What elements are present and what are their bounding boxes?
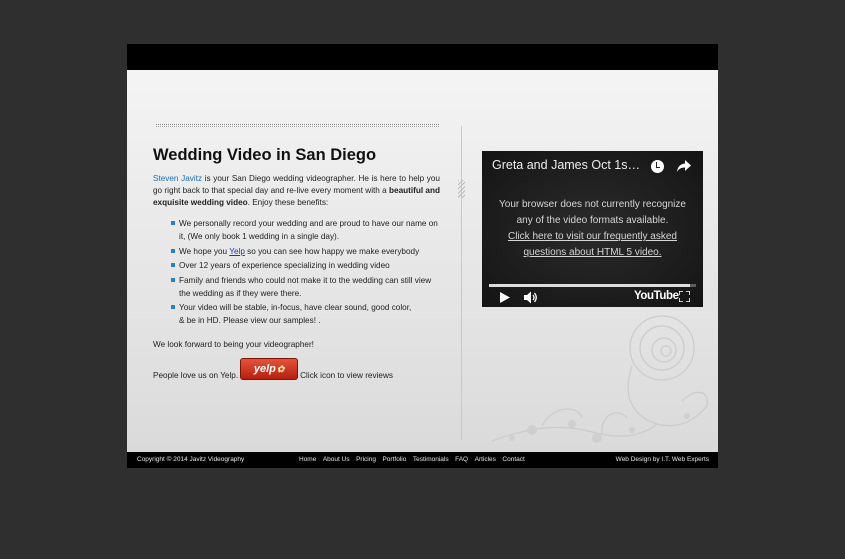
play-icon[interactable] [500, 292, 510, 303]
benefits-list: We personally record your wedding and ar… [171, 217, 440, 327]
yelp-burst-icon: ✿ [276, 364, 285, 374]
html5-faq-link[interactable]: Click here to visit our frequently asked… [508, 231, 677, 258]
copyright-text: Copyright © 2014 Javitz Videography [137, 456, 245, 463]
footer-link-articles[interactable]: Articles [475, 452, 496, 468]
design-credit-link[interactable]: Web Design by I.T. Web Experts [616, 452, 709, 468]
fullscreen-icon[interactable] [679, 291, 690, 302]
footer: Copyright © 2014 Javitz Videography Home… [127, 452, 718, 468]
content-area: Wedding Video in San Diego Steven Javitz… [127, 70, 718, 452]
clock-icon[interactable] [651, 160, 664, 173]
footer-link-portfolio[interactable]: Portfolio [382, 452, 406, 468]
list-item: Over 12 years of experience specializing… [171, 259, 440, 272]
benefit-text: We hope you [179, 246, 230, 256]
video-player[interactable]: Greta and James Oct 1st, 2013 Your brows… [482, 151, 703, 307]
footer-link-testimonials[interactable]: Testimonials [413, 452, 449, 468]
video-title[interactable]: Greta and James Oct 1st, 2013 [492, 158, 642, 172]
video-error-message: Your browser does not currently recogniz… [496, 197, 689, 261]
page-title: Wedding Video in San Diego [153, 146, 377, 164]
decorative-rule [156, 124, 439, 127]
footer-link-faq[interactable]: FAQ [455, 452, 468, 468]
site-frame: Wedding Video in San Diego Steven Javitz… [127, 44, 718, 468]
column-divider [461, 126, 462, 440]
benefit-text: & be in HD. Please view our samples! . [179, 316, 321, 325]
closing-line: We look forward to being your videograph… [153, 340, 314, 349]
grip-icon [458, 180, 465, 198]
footer-link-about-us[interactable]: About Us [323, 452, 350, 468]
volume-icon[interactable] [524, 291, 538, 304]
list-item: We personally record your wedding and ar… [171, 217, 440, 243]
benefit-text: Your video will be stable, in-focus, hav… [179, 303, 412, 312]
yelp-logo-text: yelp [253, 363, 276, 375]
list-item: Your video will be stable, in-focus, hav… [171, 301, 440, 327]
top-bar [127, 44, 718, 70]
footer-link-pricing[interactable]: Pricing [356, 452, 376, 468]
footer-link-contact[interactable]: Contact [502, 452, 524, 468]
share-icon[interactable] [677, 160, 691, 172]
floral-ornament [491, 315, 709, 443]
youtube-logo[interactable]: YouTube [634, 290, 679, 302]
yelp-prompt: People love us on Yelp. [153, 371, 239, 380]
steven-javitz-link[interactable]: Steven Javitz [153, 174, 202, 183]
footer-nav: Home About Us Pricing Portfolio Testimon… [299, 452, 531, 468]
list-item: Family and friends who could not make it… [171, 274, 440, 300]
yelp-row: People love us on Yelp. yelp ✿ Click icon… [153, 358, 440, 382]
yelp-link[interactable]: Yelp [229, 247, 245, 256]
main-column: Wedding Video in San Diego Steven Javitz… [153, 146, 440, 382]
benefit-text: so you can see how happy we make everybo… [244, 246, 420, 256]
yelp-hint: Click icon to view reviews [300, 371, 393, 380]
intro-paragraph: Steven Javitz is your San Diego wedding … [153, 173, 440, 209]
footer-link-home[interactable]: Home [299, 452, 316, 468]
yelp-button[interactable]: yelp ✿ [240, 358, 299, 380]
list-item: We hope you Yelp so you can see how happ… [171, 245, 440, 258]
video-error-text: Your browser does not currently recogniz… [499, 199, 686, 226]
progress-bar[interactable] [489, 284, 696, 287]
intro-text-2: . Enjoy these benefits: [247, 198, 329, 207]
progress-fill [489, 284, 690, 287]
